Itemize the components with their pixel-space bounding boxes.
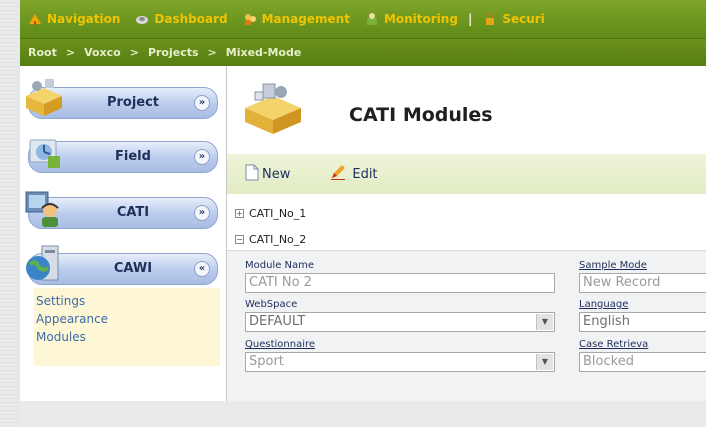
sidebar-item-label: CAWI — [113, 261, 153, 276]
questionnaire-select[interactable]: Sport ▼ — [245, 352, 555, 372]
sample-mode-label: Sample Mode — [579, 260, 647, 271]
chevron-up-icon[interactable]: « — [194, 261, 210, 277]
language-label: Language — [579, 299, 629, 310]
breadcrumb: Root > Voxco > Projects > Mixed-Mode — [20, 38, 706, 66]
management-icon — [243, 12, 257, 26]
expand-icon[interactable]: + — [235, 208, 244, 218]
sidebar-item-label: CATI — [116, 205, 150, 220]
tree-row-label: CATI_No_2 — [249, 232, 307, 246]
edit-button[interactable]: Edit — [330, 164, 378, 184]
submenu-item-appearance[interactable]: Appearance — [34, 310, 220, 328]
nav-management[interactable]: Management — [235, 12, 357, 26]
cati-icon — [22, 186, 66, 230]
new-button-label: New — [262, 166, 291, 182]
tree-row-cati-no-2[interactable]: − CATI_No_2 — [227, 228, 706, 250]
module-detail-form: Module Name CATI No 2 Sample Mode New Re… — [227, 250, 706, 411]
module-name-label: Module Name — [245, 260, 315, 271]
chevron-down-icon[interactable]: » — [194, 205, 210, 221]
webspace-select[interactable]: DEFAULT ▼ — [245, 312, 555, 332]
nav-security-label: Securi — [502, 12, 545, 26]
sidebar: Project » Field » CATI » CAWI « Settings — [20, 66, 226, 427]
page-title: CATI Modules — [349, 104, 493, 126]
breadcrumb-separator: > — [65, 46, 76, 59]
submenu-item-modules[interactable]: Modules — [34, 328, 220, 346]
breadcrumb-mixed-mode[interactable]: Mixed-Mode — [220, 46, 308, 59]
language-select[interactable]: English — [579, 312, 706, 332]
pencil-icon — [330, 164, 346, 184]
dropdown-arrow-icon[interactable]: ▼ — [536, 314, 553, 330]
project-icon — [22, 74, 66, 118]
nav-separator: | — [467, 12, 473, 26]
tree-row-label: CATI_No_1 — [249, 206, 307, 220]
breadcrumb-separator: > — [129, 46, 139, 59]
nav-monitoring[interactable]: Monitoring — [357, 12, 465, 26]
questionnaire-selected-value: Sport — [249, 354, 284, 369]
navigation-icon — [28, 12, 42, 26]
modules-box-icon — [241, 78, 305, 140]
top-navigation: Navigation Dashboard Management Monitori… — [20, 0, 706, 38]
collapse-icon[interactable]: − — [235, 234, 244, 244]
edit-button-label: Edit — [352, 166, 378, 182]
questionnaire-label: Questionnaire — [245, 339, 316, 350]
submenu-item-settings[interactable]: Settings — [34, 292, 220, 310]
lock-icon — [483, 12, 497, 26]
nav-monitoring-label: Monitoring — [383, 12, 458, 26]
breadcrumb-separator: > — [207, 46, 217, 59]
case-retrieval-label: Case Retrieva — [579, 339, 649, 350]
nav-navigation[interactable]: Navigation — [20, 12, 127, 26]
new-button[interactable]: New — [245, 164, 290, 185]
webspace-label: WebSpace — [245, 299, 298, 310]
dashboard-icon — [135, 12, 149, 26]
chevron-down-icon[interactable]: » — [194, 95, 210, 111]
breadcrumb-root[interactable]: Root — [22, 46, 63, 59]
cawi-icon — [22, 242, 66, 286]
page-bottom-margin — [20, 401, 706, 427]
breadcrumb-voxco[interactable]: Voxco — [78, 46, 127, 59]
sidebar-item-label: Project — [106, 95, 160, 110]
new-document-icon — [245, 164, 259, 185]
main-panel: CATI Modules New Edit + CATI_No_1 − CATI… — [226, 66, 706, 411]
app-window: Navigation Dashboard Management Monitori… — [20, 0, 706, 427]
nav-navigation-label: Navigation — [47, 12, 121, 26]
tree-row-cati-no-1[interactable]: + CATI_No_1 — [227, 202, 706, 224]
chevron-down-icon[interactable]: » — [194, 149, 210, 165]
monitoring-icon — [365, 12, 379, 26]
toolbar: New Edit — [227, 154, 706, 194]
sample-mode-field[interactable]: New Record — [579, 273, 706, 293]
nav-management-label: Management — [261, 12, 350, 26]
nav-security[interactable]: Securi — [475, 12, 551, 26]
sidebar-item-label: Field — [115, 149, 151, 164]
nav-dashboard[interactable]: Dashboard — [127, 12, 234, 26]
nav-dashboard-label: Dashboard — [154, 12, 228, 26]
dropdown-arrow-icon[interactable]: ▼ — [536, 354, 553, 370]
webspace-selected-value: DEFAULT — [249, 314, 306, 329]
breadcrumb-projects[interactable]: Projects — [142, 46, 205, 59]
cawi-submenu: Settings Appearance Modules — [34, 288, 220, 366]
case-retrieval-field[interactable]: Blocked — [579, 352, 706, 372]
field-icon — [22, 130, 66, 174]
page-header: CATI Modules — [227, 66, 706, 146]
module-name-field[interactable]: CATI No 2 — [245, 273, 555, 293]
